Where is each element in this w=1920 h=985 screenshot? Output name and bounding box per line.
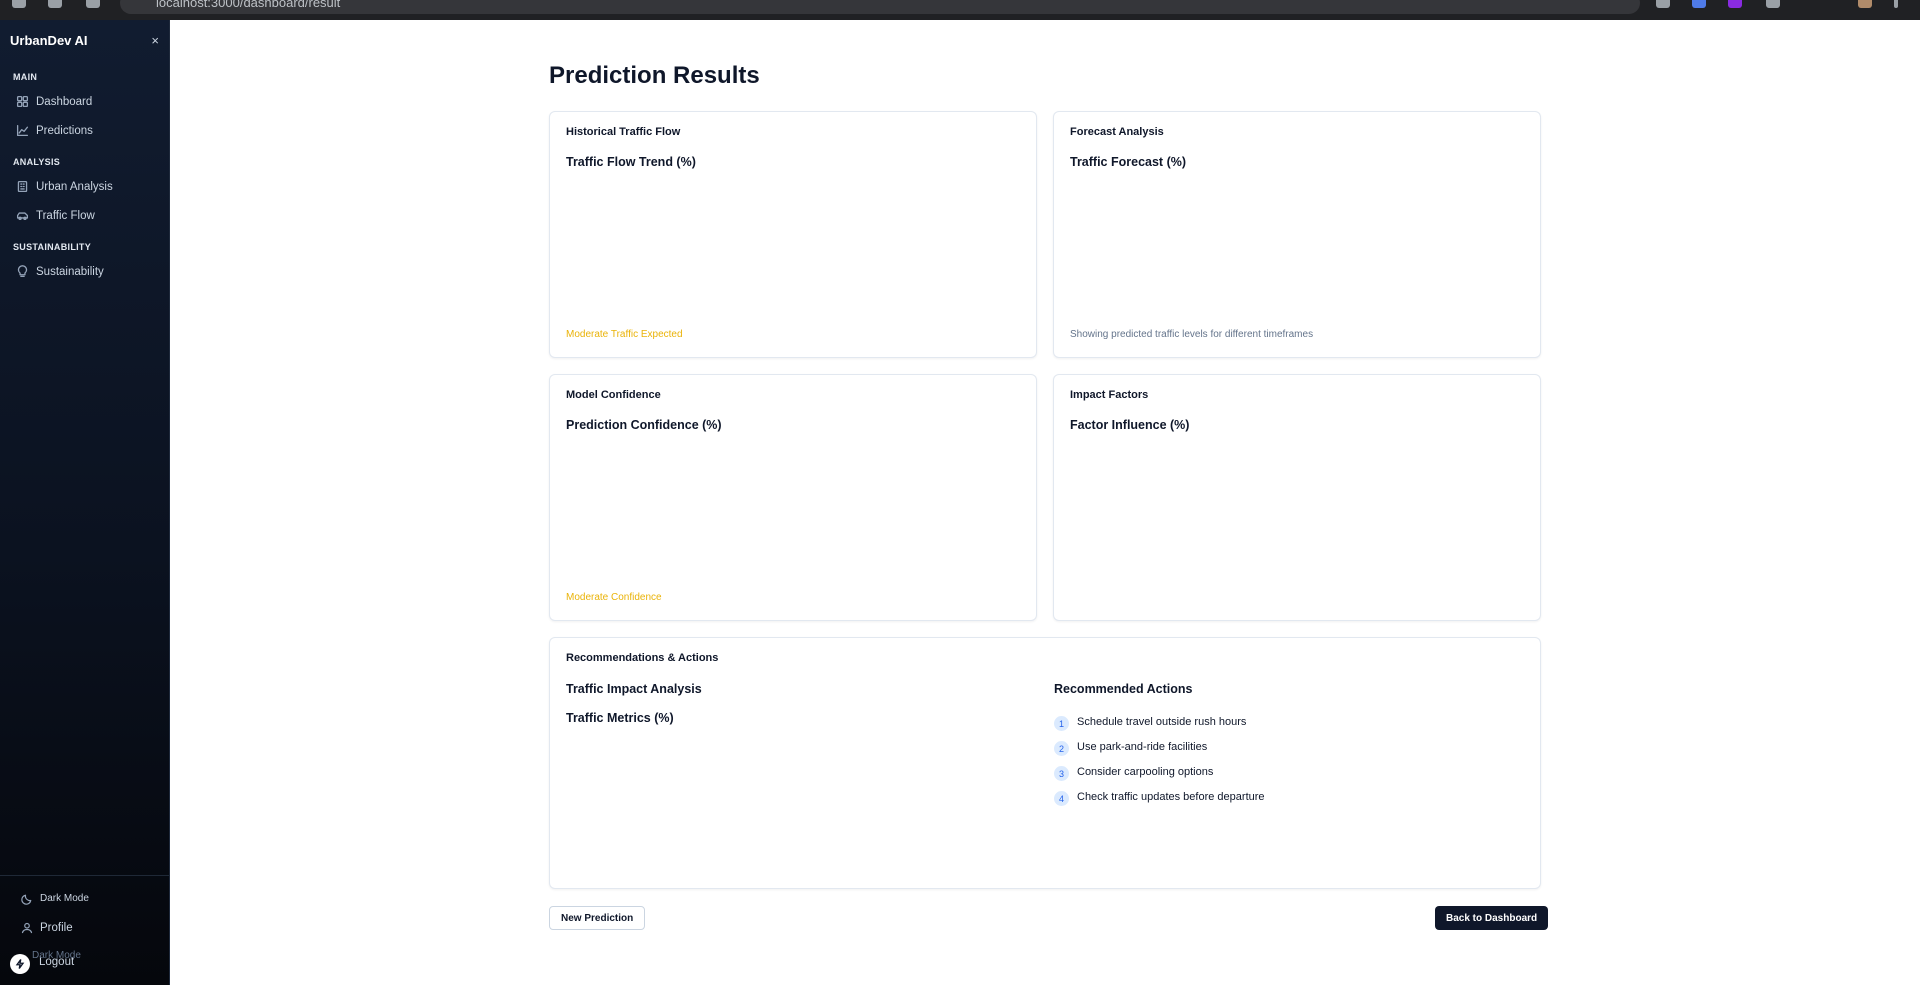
close-icon[interactable]: × — [151, 33, 159, 48]
actions-list: 1 Schedule travel outside rush hours 2 Use… — [1054, 709, 1265, 809]
dark-mode-label: Dark Mode — [40, 893, 89, 904]
card-title: Impact Factors — [1070, 389, 1149, 401]
page-title: Prediction Results — [549, 62, 760, 89]
historical-traffic-card: Historical Traffic Flow Traffic Flow Tre… — [549, 111, 1037, 358]
section-label-main: MAIN — [13, 72, 38, 82]
grid-icon — [16, 95, 29, 108]
traffic-status-text: Moderate Traffic Expected — [566, 329, 683, 340]
lightbulb-icon — [17, 265, 28, 278]
action-text: Use park-and-ride facilities — [1077, 740, 1208, 753]
line-chart-icon — [16, 124, 29, 137]
extension-icon[interactable] — [1728, 0, 1742, 8]
step-badge: 2 — [1054, 741, 1069, 756]
user-icon — [21, 922, 33, 933]
sidebar-header: UrbanDev AI × — [0, 20, 169, 60]
step-badge: 4 — [1054, 791, 1069, 806]
profile-label: Profile — [40, 921, 73, 934]
confidence-status-text: Moderate Confidence — [566, 592, 662, 603]
sidebar-item-traffic-flow[interactable]: Traffic Flow — [0, 201, 169, 230]
sidebar-item-dashboard[interactable]: Dashboard — [0, 87, 169, 116]
browser-toolbar: localhost:3000/dashboard/result — [0, 0, 1920, 20]
action-text: Consider carpooling options — [1077, 765, 1214, 778]
sidebar-item-sustainability[interactable]: Sustainability — [0, 257, 169, 286]
profile-link[interactable]: Profile — [0, 913, 170, 942]
forecast-caption: Showing predicted traffic levels for dif… — [1070, 329, 1314, 340]
list-item: 2 Use park-and-ride facilities — [1054, 734, 1265, 759]
section-label-analysis: ANALYSIS — [13, 157, 61, 167]
sidebar-item-label: Urban Analysis — [36, 180, 113, 193]
dark-mode-toggle[interactable]: Dark Mode — [0, 884, 170, 913]
sidebar-footer: Dark Mode Profile Logout Dark Mode — [0, 875, 170, 985]
back-icon[interactable] — [12, 0, 26, 8]
new-prediction-button[interactable]: New Prediction — [549, 906, 646, 930]
forecast-analysis-card: Forecast Analysis Traffic Forecast (%) S… — [1053, 111, 1541, 358]
traffic-metrics-title: Traffic Metrics (%) — [566, 711, 674, 725]
sidebar-item-label: Sustainability — [36, 265, 104, 278]
sidebar: UrbanDev AI × MAIN Dashboard Predictions… — [0, 20, 170, 985]
action-text: Schedule travel outside rush hours — [1077, 715, 1247, 728]
extension-icon[interactable] — [1656, 0, 1670, 8]
chart-title: Factor Influence (%) — [1070, 418, 1190, 432]
brand-name: UrbanDev AI — [10, 32, 88, 48]
traffic-impact-heading: Traffic Impact Analysis — [566, 682, 702, 696]
chart-title: Traffic Flow Trend (%) — [566, 155, 696, 169]
chart-title: Prediction Confidence (%) — [566, 418, 722, 432]
card-title: Forecast Analysis — [1070, 126, 1164, 138]
moon-icon — [21, 894, 32, 905]
recommendations-card: Recommendations & Actions Traffic Impact… — [549, 637, 1541, 889]
list-item: 4 Check traffic updates before departure — [1054, 784, 1265, 809]
back-to-dashboard-button[interactable]: Back to Dashboard — [1435, 906, 1549, 930]
car-icon — [16, 212, 29, 221]
forward-icon[interactable] — [48, 0, 62, 8]
step-badge: 1 — [1054, 716, 1069, 731]
theme-toggle-button[interactable] — [10, 954, 30, 974]
model-confidence-card: Model Confidence Prediction Confidence (… — [549, 374, 1037, 621]
impact-factors-card: Impact Factors Factor Influence (%) — [1053, 374, 1541, 621]
list-item: 3 Consider carpooling options — [1054, 759, 1265, 784]
sidebar-item-label: Predictions — [36, 124, 93, 137]
recommended-actions-heading: Recommended Actions — [1054, 682, 1193, 696]
chart-title: Traffic Forecast (%) — [1070, 155, 1187, 169]
card-title: Model Confidence — [566, 389, 661, 401]
list-item: 1 Schedule travel outside rush hours — [1054, 709, 1265, 734]
extension-icon[interactable] — [1766, 0, 1780, 8]
step-badge: 3 — [1054, 766, 1069, 781]
sidebar-item-label: Dashboard — [36, 95, 93, 108]
card-title: Recommendations & Actions — [566, 652, 719, 664]
sidebar-item-urban-analysis[interactable]: Urban Analysis — [0, 172, 169, 201]
menu-icon[interactable] — [1894, 0, 1898, 8]
card-title: Historical Traffic Flow — [566, 126, 681, 138]
sidebar-item-predictions[interactable]: Predictions — [0, 116, 169, 145]
sidebar-item-label: Traffic Flow — [36, 209, 95, 222]
bolt-icon — [15, 959, 25, 969]
action-text: Check traffic updates before departure — [1077, 790, 1265, 803]
floating-dark-mode-label: Dark Mode — [32, 950, 81, 961]
building-icon — [17, 180, 28, 193]
avatar[interactable] — [1858, 0, 1872, 8]
extension-icon[interactable] — [1692, 0, 1706, 8]
section-label-sustainability: SUSTAINABILITY — [13, 242, 92, 252]
reload-icon[interactable] — [86, 0, 100, 8]
address-bar[interactable]: localhost:3000/dashboard/result — [120, 0, 1640, 14]
